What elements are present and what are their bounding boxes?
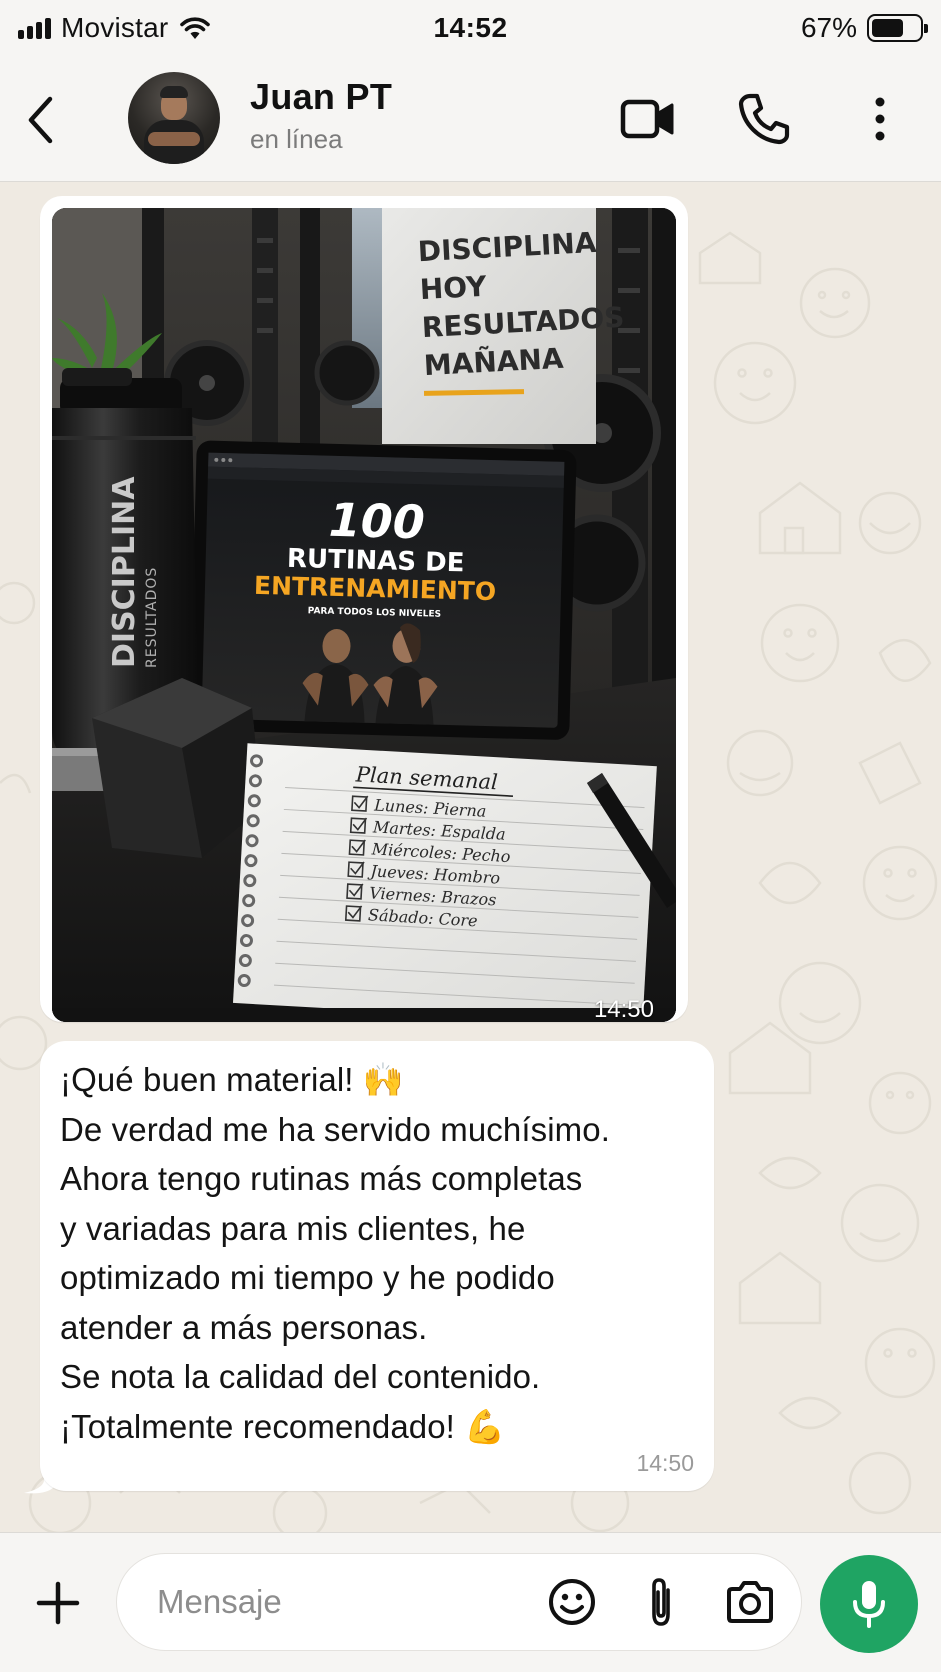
- bottle-subtext: RESULTADOS: [144, 567, 160, 668]
- message-line-8-text: ¡Totalmente recomendado!: [60, 1407, 465, 1445]
- contact-name[interactable]: Juan PT: [250, 76, 392, 118]
- text-message-time: 14:50: [636, 1450, 694, 1476]
- video-camera-icon: [620, 99, 674, 139]
- back-button[interactable]: [18, 90, 62, 150]
- bottle-text: DISCIPLINA: [107, 476, 142, 668]
- message-line-7: Se nota la calidad del contenido.: [60, 1358, 541, 1395]
- message-input[interactable]: [116, 1553, 802, 1651]
- text-message-bubble[interactable]: ¡Qué buen material! 🙌 De verdad me ha se…: [40, 1041, 714, 1491]
- message-line-1-text: ¡Qué buen material!: [60, 1061, 363, 1098]
- image-message-time: 14:50: [593, 996, 654, 1023]
- gym-photo-illustration: DISCIPLINA HOY RESULTADOS MAÑANA 100 RUT…: [52, 208, 676, 1022]
- chevron-left-icon: [28, 96, 53, 144]
- message-photo[interactable]: DISCIPLINA HOY RESULTADOS MAÑANA 100 RUT…: [52, 208, 676, 1022]
- camera-icon: [727, 1581, 773, 1623]
- paperclip-icon: [652, 1578, 670, 1626]
- poster-text-2: HOY: [419, 270, 488, 306]
- battery-level: [872, 19, 903, 37]
- phone-icon: [738, 93, 790, 145]
- message-line-6: atender a más personas.: [60, 1308, 428, 1346]
- attachment-button[interactable]: [636, 1573, 686, 1631]
- message-line-5: optimizado mi tiempo y he podido: [60, 1259, 555, 1296]
- raising-hands-emoji: 🙌: [362, 1060, 405, 1099]
- video-call-button[interactable]: [618, 84, 678, 154]
- status-right: 67%: [800, 12, 928, 44]
- image-message-bubble[interactable]: DISCIPLINA HOY RESULTADOS MAÑANA 100 RUT…: [40, 196, 688, 1023]
- message-line-2: De verdad me ha servido muchísimo.: [60, 1110, 610, 1148]
- message-line-1: ¡Qué buen material! 🙌: [60, 1055, 694, 1105]
- voice-message-button[interactable]: [820, 1555, 918, 1653]
- message-line-3: Ahora tengo rutinas más completas: [60, 1160, 583, 1197]
- message-line-8: ¡Totalmente recomendado! 💪: [60, 1402, 694, 1452]
- chat-header: Juan PT en línea: [0, 58, 941, 182]
- more-vertical-icon: [875, 97, 885, 141]
- camera-button[interactable]: [722, 1573, 778, 1631]
- contact-status: en línea: [250, 124, 343, 154]
- emoji-icon: [549, 1579, 595, 1625]
- attach-plus-button[interactable]: [30, 1575, 86, 1631]
- chat-area[interactable]: DISCIPLINA HOY RESULTADOS MAÑANA 100 RUT…: [0, 183, 941, 1532]
- flexed-biceps-emoji: 💪: [464, 1406, 506, 1446]
- battery-percent: 67%: [800, 12, 857, 43]
- emoji-button[interactable]: [544, 1573, 600, 1631]
- plus-icon: [36, 1581, 80, 1625]
- battery-icon: [867, 14, 928, 42]
- microphone-icon: [853, 1581, 885, 1628]
- tablet-title-number: 100: [328, 493, 425, 549]
- more-options-button[interactable]: [862, 84, 898, 154]
- clock: 14:52: [433, 12, 508, 43]
- voice-call-button[interactable]: [734, 84, 794, 154]
- input-bar: [0, 1532, 941, 1672]
- avatar[interactable]: [128, 72, 220, 164]
- message-line-4: y variadas para mis clientes, he: [60, 1209, 526, 1247]
- status-bar: Movistar 14:52 67%: [0, 0, 941, 58]
